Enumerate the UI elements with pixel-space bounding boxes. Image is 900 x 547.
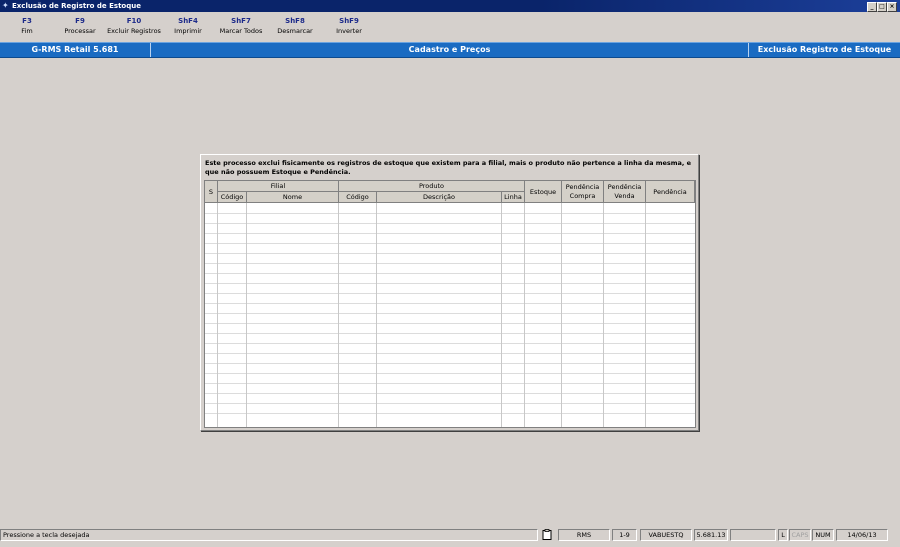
grid-col-line bbox=[246, 203, 247, 427]
exclusion-panel: Este processo exclui fisicamente os regi… bbox=[200, 154, 699, 431]
grid-row-line bbox=[205, 333, 695, 334]
grid-row-line bbox=[205, 393, 695, 394]
grid-row-line bbox=[205, 293, 695, 294]
tool-desmarcar[interactable]: ShF8 Desmarcar bbox=[276, 16, 314, 36]
tool-excluir-registros[interactable]: F10 Excluir Registros bbox=[106, 16, 162, 36]
close-button[interactable]: × bbox=[887, 2, 897, 12]
tool-label: Inverter bbox=[336, 27, 362, 35]
tool-label: Imprimir bbox=[174, 27, 202, 35]
tool-key: F10 bbox=[126, 17, 142, 25]
module-name: Cadastro e Preços bbox=[408, 45, 491, 54]
grid-row-line bbox=[205, 233, 695, 234]
grid-row-line bbox=[205, 243, 695, 244]
grid-row-line bbox=[205, 213, 695, 214]
tool-inverter[interactable]: ShF9 Inverter bbox=[333, 16, 365, 36]
grid-row-line bbox=[205, 273, 695, 274]
grid-row-line bbox=[205, 313, 695, 314]
tool-marcar-todos[interactable]: ShF7 Marcar Todos bbox=[218, 16, 264, 36]
maximize-button[interactable]: □ bbox=[877, 2, 887, 12]
title-bar: ✦ Exclusão de Registro de Estoque _ □ × bbox=[0, 0, 900, 12]
grid-row-line bbox=[205, 323, 695, 324]
grid-row-line bbox=[205, 343, 695, 344]
process-description: Este processo exclui fisicamente os regi… bbox=[205, 159, 692, 176]
tool-label: Excluir Registros bbox=[107, 27, 161, 35]
grid-row-line bbox=[205, 223, 695, 224]
status-caps: CAPS bbox=[789, 529, 811, 541]
tool-label: Desmarcar bbox=[277, 27, 313, 35]
tool-key: ShF8 bbox=[285, 17, 305, 25]
tool-processar[interactable]: F9 Processar bbox=[63, 16, 97, 36]
grid-row-line bbox=[205, 413, 695, 414]
col-header-pendencia-compra[interactable]: Pendência Compra bbox=[562, 181, 604, 203]
grid-row-line bbox=[205, 383, 695, 384]
stock-records-grid[interactable]: S Filial Código Nome Produto Código Desc… bbox=[204, 180, 696, 428]
tool-fim[interactable]: F3 Fim bbox=[12, 16, 42, 36]
status-system: RMS bbox=[558, 529, 610, 541]
grid-row-line bbox=[205, 353, 695, 354]
grid-row-line bbox=[205, 363, 695, 364]
grid-col-line bbox=[217, 203, 218, 427]
tool-label: Processar bbox=[64, 27, 96, 35]
minimize-button[interactable]: _ bbox=[867, 2, 877, 12]
status-empty bbox=[730, 529, 776, 541]
col-header-filial-codigo[interactable]: Código bbox=[218, 192, 247, 203]
status-num: NUM bbox=[812, 529, 834, 541]
col-header-s[interactable]: S bbox=[205, 181, 218, 203]
col-header-filial-nome[interactable]: Nome bbox=[247, 192, 339, 203]
grid-col-line bbox=[501, 203, 502, 427]
status-version: 5.681.13 bbox=[694, 529, 728, 541]
status-program: VABUESTQ bbox=[640, 529, 692, 541]
status-l: L bbox=[778, 529, 788, 541]
app-version: G-RMS Retail 5.681 bbox=[31, 45, 119, 54]
group-header-filial: Filial bbox=[218, 181, 339, 192]
module-header: G-RMS Retail 5.681 Cadastro e Preços Exc… bbox=[0, 42, 900, 58]
grid-col-line bbox=[645, 203, 646, 427]
grid-row-line bbox=[205, 373, 695, 374]
col-header-produto-codigo[interactable]: Código bbox=[339, 192, 377, 203]
app-icon: ✦ bbox=[2, 1, 9, 10]
status-range: 1-9 bbox=[612, 529, 637, 541]
tool-key: F9 bbox=[75, 17, 85, 25]
group-header-produto: Produto bbox=[339, 181, 525, 192]
status-message: Pressione a tecla desejada bbox=[0, 529, 538, 541]
grid-row-line bbox=[205, 283, 695, 284]
grid-col-line bbox=[524, 203, 525, 427]
window-title: Exclusão de Registro de Estoque bbox=[12, 2, 141, 10]
grid-col-line bbox=[338, 203, 339, 427]
col-header-descricao[interactable]: Descrição bbox=[377, 192, 502, 203]
tool-key: ShF9 bbox=[339, 17, 359, 25]
grid-row-line bbox=[205, 403, 695, 404]
status-date: 14/06/13 bbox=[836, 529, 888, 541]
col-header-pendencia-venda[interactable]: Pendência Venda bbox=[604, 181, 646, 203]
status-bar: Pressione a tecla desejada RMS 1-9 VABUE… bbox=[0, 529, 900, 542]
grid-col-line bbox=[603, 203, 604, 427]
tool-label: Fim bbox=[21, 27, 33, 35]
grid-row-line bbox=[205, 253, 695, 254]
col-header-linha[interactable]: Linha bbox=[502, 192, 525, 203]
screen-name: Exclusão Registro de Estoque bbox=[757, 45, 892, 54]
tool-key: ShF4 bbox=[178, 17, 198, 25]
grid-col-line bbox=[376, 203, 377, 427]
col-header-estoque[interactable]: Estoque bbox=[525, 181, 562, 203]
col-header-pendencia[interactable]: Pendência bbox=[646, 181, 695, 203]
grid-col-line bbox=[561, 203, 562, 427]
tool-imprimir[interactable]: ShF4 Imprimir bbox=[172, 16, 204, 36]
tool-key: F3 bbox=[22, 17, 32, 25]
clipboard-icon[interactable] bbox=[542, 529, 552, 540]
tool-key: ShF7 bbox=[231, 17, 251, 25]
grid-row-line bbox=[205, 303, 695, 304]
grid-row-line bbox=[205, 263, 695, 264]
function-key-toolbar: F3 Fim F9 Processar F10 Excluir Registro… bbox=[0, 12, 900, 41]
tool-label: Marcar Todos bbox=[219, 27, 263, 35]
